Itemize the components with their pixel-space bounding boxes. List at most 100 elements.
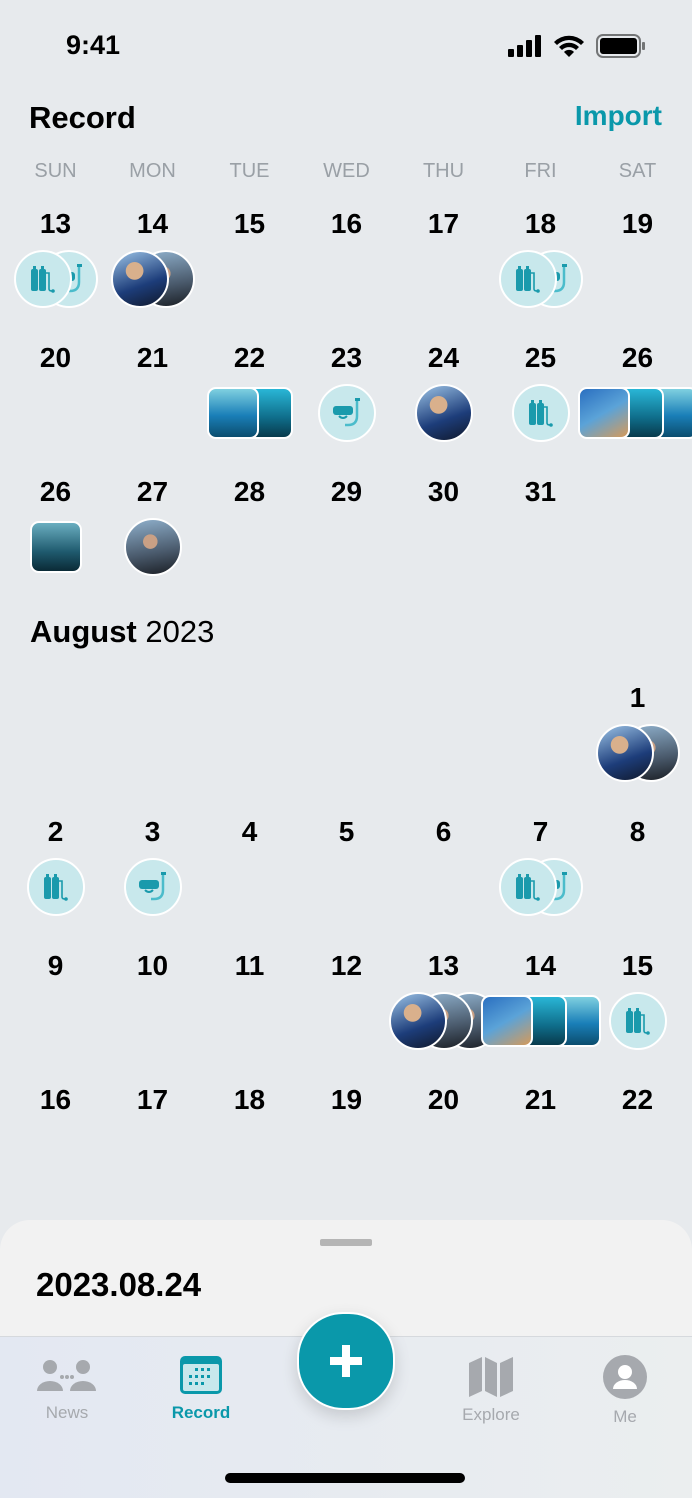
tab-explore[interactable]: Explore <box>436 1355 546 1425</box>
page-title: Record <box>29 100 136 135</box>
calendar-day[interactable]: 7 <box>492 816 589 950</box>
calendar-empty-day <box>104 682 201 816</box>
underwater-photo-thumbnail[interactable] <box>480 995 533 1047</box>
calendar-day[interactable]: 30 <box>395 476 492 610</box>
calendar-day[interactable]: 22 <box>589 1084 686 1218</box>
calendar-week: 20 21 22 23 24 25 26 <box>7 342 692 476</box>
calendar-day[interactable]: 18 <box>201 1084 298 1218</box>
day-number: 29 <box>330 476 363 507</box>
calendar-day[interactable]: 26 <box>577 342 692 476</box>
calendar-day[interactable]: 17 <box>395 208 492 342</box>
calendar-day[interactable]: 1 <box>589 682 686 816</box>
snorkel-icon[interactable] <box>123 858 182 916</box>
day-number: 16 <box>330 208 363 239</box>
calendar-day[interactable]: 23 <box>298 342 395 476</box>
calendar-day[interactable]: 17 <box>104 1084 201 1218</box>
calendar-day[interactable]: 16 <box>7 1084 104 1218</box>
calendar-day[interactable]: 11 <box>201 950 298 1084</box>
day-number: 10 <box>136 950 169 981</box>
day-number: 22 <box>233 342 266 373</box>
scuba-dive-icon[interactable] <box>511 384 570 442</box>
dive-photo-thumbnail[interactable] <box>414 384 473 442</box>
calendar-day[interactable]: 8 <box>589 816 686 950</box>
calendar-day[interactable]: 14 <box>104 208 201 342</box>
calendar-day[interactable]: 27 <box>104 476 201 610</box>
calendar-day[interactable]: 19 <box>298 1084 395 1218</box>
calendar-day[interactable]: 15 <box>201 208 298 342</box>
calendar-day[interactable]: 16 <box>298 208 395 342</box>
scuba-dive-icon[interactable] <box>498 250 557 308</box>
calendar-day[interactable]: 14 <box>480 950 601 1084</box>
calendar-day[interactable]: 25 <box>492 342 589 476</box>
calendar-day[interactable]: 19 <box>589 208 686 342</box>
day-number: 21 <box>136 342 169 373</box>
dive-photo-thumbnail[interactable] <box>123 518 182 576</box>
day-number: 25 <box>524 342 557 373</box>
calendar-day[interactable]: 28 <box>201 476 298 610</box>
day-number: 2 <box>47 816 64 847</box>
calendar-day[interactable]: 20 <box>7 342 104 476</box>
day-number: 12 <box>330 950 363 981</box>
calendar-day[interactable]: 15 <box>589 950 686 1084</box>
underwater-photo-thumbnail[interactable] <box>206 387 259 439</box>
day-number: 23 <box>330 342 363 373</box>
scuba-dive-icon[interactable] <box>26 858 85 916</box>
day-number: 27 <box>136 476 169 507</box>
calendar-day[interactable]: 18 <box>492 208 589 342</box>
calendar-day[interactable]: 9 <box>7 950 104 1084</box>
status-bar: 9:41 <box>0 0 692 90</box>
dive-photo-thumbnail[interactable] <box>110 250 169 308</box>
calendar-day[interactable]: 21 <box>104 342 201 476</box>
day-number: 7 <box>532 816 549 847</box>
import-button[interactable]: Import <box>575 100 662 132</box>
calendar-day[interactable]: 4 <box>201 816 298 950</box>
calendar-icon <box>180 1356 222 1394</box>
scuba-dive-icon[interactable] <box>498 858 557 916</box>
scuba-dive-icon[interactable] <box>608 992 667 1050</box>
dive-photo-thumbnail[interactable] <box>388 992 447 1050</box>
calendar-day[interactable]: 21 <box>492 1084 589 1218</box>
day-number: 11 <box>234 950 265 981</box>
underwater-photo-thumbnail[interactable] <box>29 521 82 573</box>
day-number: 26 <box>621 342 654 373</box>
tab-record[interactable]: Record <box>146 1355 256 1423</box>
day-number: 16 <box>39 1084 72 1115</box>
sheet-drag-handle[interactable] <box>320 1239 372 1246</box>
calendar-day[interactable]: 5 <box>298 816 395 950</box>
calendar-empty-day <box>395 682 492 816</box>
calendar-empty-day <box>492 682 589 816</box>
calendar-day[interactable]: 24 <box>395 342 492 476</box>
calendar-day[interactable]: 10 <box>104 950 201 1084</box>
user-icon <box>603 1355 647 1399</box>
calendar-week: 9 10 11 12 13 14 15 <box>7 950 686 1084</box>
calendar-day[interactable]: 22 <box>201 342 298 476</box>
day-number: 6 <box>435 816 452 847</box>
scuba-dive-icon[interactable] <box>13 250 72 308</box>
underwater-photo-thumbnail[interactable] <box>577 387 630 439</box>
selected-date: 2023.08.24 <box>36 1266 202 1303</box>
calendar-day[interactable]: 20 <box>395 1084 492 1218</box>
day-number: 1 <box>629 682 646 713</box>
dive-photo-thumbnail[interactable] <box>595 724 654 782</box>
day-number: 20 <box>427 1084 460 1115</box>
calendar-day[interactable]: 3 <box>104 816 201 950</box>
add-record-button[interactable] <box>297 1312 395 1410</box>
calendar-day[interactable]: 12 <box>298 950 395 1084</box>
calendar-day[interactable]: 31 <box>492 476 589 610</box>
map-icon <box>469 1357 513 1397</box>
day-number: 28 <box>233 476 266 507</box>
clock: 9:41 <box>66 30 121 60</box>
calendar-day[interactable]: 2 <box>7 816 104 950</box>
weekday-header: SUN MON TUE WED THU FRI SAT <box>7 160 686 183</box>
calendar-day[interactable]: 26 <box>7 476 104 610</box>
calendar-empty-day <box>298 682 395 816</box>
calendar-empty-day <box>7 682 104 816</box>
tab-me[interactable]: Me <box>570 1355 680 1427</box>
tab-news[interactable]: News <box>12 1355 122 1423</box>
snorkel-icon[interactable] <box>317 384 376 442</box>
calendar-day[interactable]: 6 <box>395 816 492 950</box>
calendar-day[interactable]: 13 <box>7 208 104 342</box>
weekday-label: MON <box>129 160 176 182</box>
calendar-day[interactable]: 29 <box>298 476 395 610</box>
calendar-day[interactable]: 13 <box>388 950 499 1084</box>
